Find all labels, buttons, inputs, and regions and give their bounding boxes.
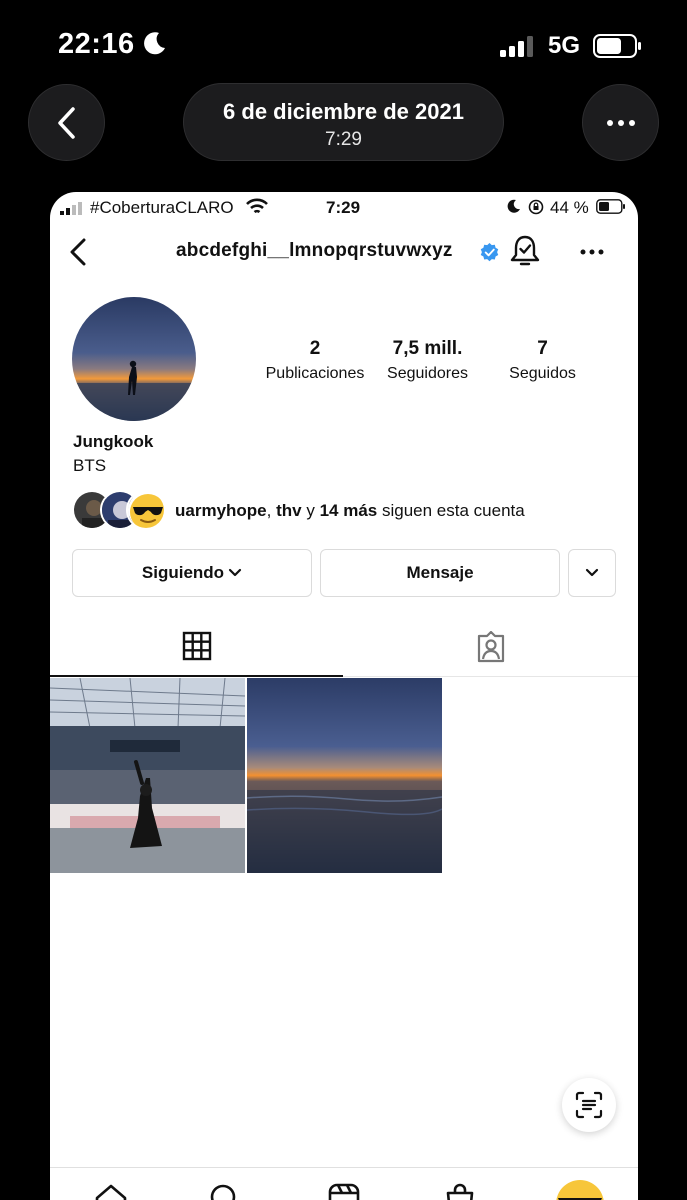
followers-label: Seguidores — [387, 365, 468, 382]
os-clock: 22:16 — [58, 28, 135, 60]
sunset-beach-photo — [247, 678, 442, 873]
chevron-down-icon — [228, 568, 242, 577]
battery-icon — [596, 199, 625, 214]
notifications-bell-icon[interactable] — [509, 234, 541, 268]
others-count[interactable]: 14 más — [320, 501, 378, 520]
following-label: Seguidos — [509, 365, 576, 382]
follower-user1[interactable]: uarmyhope — [175, 501, 267, 520]
posts-label: Publicaciones — [265, 365, 365, 382]
shop-icon[interactable] — [443, 1182, 477, 1200]
screenshot-image: #CoberturaCLARO 7:29 44 % abcdefghi__lmn… — [50, 192, 638, 1200]
profile-name: Jungkook — [73, 432, 154, 451]
os-status-bar: 22:16 5G — [0, 0, 687, 80]
profile-stats: 2 Publicaciones 7,5 mill. Seguidores 7 S… — [260, 338, 590, 388]
verified-badge-icon — [480, 243, 499, 262]
moon-icon — [507, 199, 520, 213]
following-count: 7 — [537, 338, 548, 359]
inner-clock: 7:29 — [326, 198, 361, 217]
stadium-photo — [50, 678, 245, 873]
profile-avatar[interactable] — [550, 1178, 610, 1200]
ellipsis-icon — [606, 119, 635, 126]
more-icon[interactable] — [580, 248, 604, 256]
followed-by[interactable]: uarmyhope, thv y 14 más siguen esta cuen… — [72, 490, 632, 534]
separator: , — [266, 501, 272, 520]
and-word: y — [306, 501, 315, 520]
followers-stat[interactable]: 7,5 mill. Seguidores — [380, 338, 475, 383]
profile-header: abcdefghi__lmnopqrstuvwxyz — [50, 228, 638, 278]
posts-stat[interactable]: 2 Publicaciones — [260, 338, 370, 383]
chevron-left-icon — [57, 106, 75, 139]
followed-by-text: uarmyhope, thv y 14 más siguen esta cuen… — [175, 501, 525, 521]
photo-time: 7:29 — [325, 129, 362, 150]
post-thumbnail-stadium[interactable] — [50, 678, 245, 873]
text-scan-icon — [575, 1091, 603, 1119]
live-text-scan-button[interactable] — [562, 1078, 616, 1132]
battery-icon — [593, 34, 641, 58]
more-options-button[interactable] — [582, 84, 659, 161]
tab-tagged[interactable] — [343, 617, 638, 677]
sunglasses-emoji-avatar — [126, 490, 166, 530]
message-button[interactable]: Mensaje — [320, 549, 560, 597]
tagged-person-icon — [477, 631, 504, 663]
network-type: 5G — [548, 32, 581, 59]
followed-by-suffix: siguen esta cuenta — [381, 501, 525, 520]
cellular-signal-icon — [500, 36, 533, 57]
followers-count: 7,5 mill. — [392, 338, 463, 359]
posts-count: 2 — [309, 338, 321, 359]
post-thumbnail-sunset[interactable] — [247, 678, 442, 873]
moon-icon — [144, 32, 165, 55]
back-arrow-icon[interactable] — [66, 236, 90, 268]
following-stat[interactable]: 7 Seguidos — [500, 338, 585, 383]
profile-username: abcdefghi__lmnopqrstuvwxyz — [176, 240, 453, 261]
follower-user2[interactable]: thv — [276, 501, 302, 520]
tab-posts-grid[interactable] — [50, 617, 343, 677]
home-icon[interactable] — [94, 1182, 128, 1200]
reels-icon[interactable] — [327, 1182, 361, 1200]
suggestions-dropdown-button[interactable] — [568, 549, 616, 597]
profile-avatar[interactable] — [72, 297, 196, 421]
profile-bio: BTS — [73, 456, 107, 475]
profile-tabs — [50, 617, 638, 677]
wifi-icon — [246, 198, 268, 214]
following-button[interactable]: Siguiendo — [72, 549, 312, 597]
battery-percent: 44 % — [550, 198, 589, 217]
inner-status-bar: #CoberturaCLARO 7:29 44 % — [50, 192, 638, 224]
signal-bars-icon — [60, 202, 82, 215]
photo-date-pill[interactable]: 6 de diciembre de 2021 7:29 — [183, 83, 504, 161]
chevron-down-icon — [585, 568, 599, 577]
following-label: Siguiendo — [141, 563, 225, 582]
grid-icon — [182, 631, 211, 661]
search-icon[interactable] — [208, 1182, 242, 1200]
sunset-silhouette-image — [72, 297, 196, 421]
rotation-lock-icon — [528, 199, 544, 215]
back-button[interactable] — [28, 84, 105, 161]
photo-date: 6 de diciembre de 2021 — [223, 99, 464, 124]
bottom-navigation — [50, 1167, 638, 1200]
message-label: Mensaje — [406, 563, 474, 582]
carrier-name: #CoberturaCLARO — [90, 198, 234, 217]
